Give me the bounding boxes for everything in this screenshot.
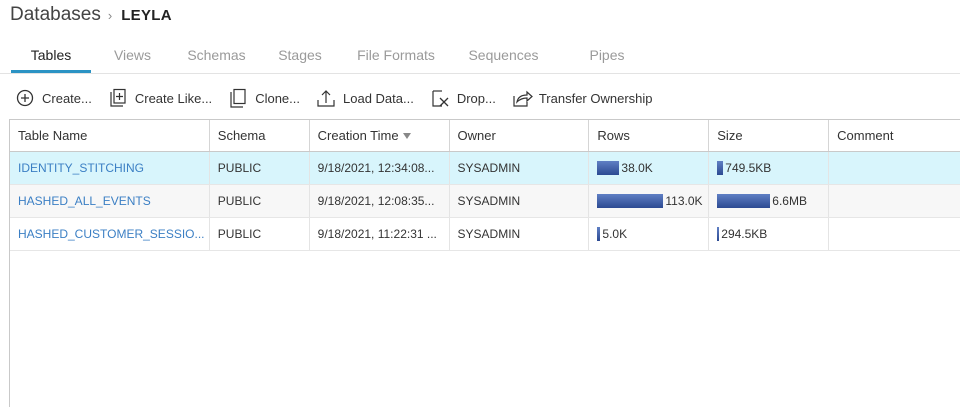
create-button[interactable]: Create... bbox=[14, 87, 92, 109]
tab-tables[interactable]: Tables bbox=[11, 40, 91, 73]
rows-bar bbox=[597, 194, 664, 208]
create-button-label: Create... bbox=[42, 90, 92, 106]
table-size-cell: 6.6MB bbox=[709, 185, 830, 217]
table-name-link[interactable]: HASHED_CUSTOMER_SESSIO... bbox=[10, 218, 210, 250]
column-header-rows[interactable]: Rows bbox=[589, 120, 710, 151]
rows-value: 38.0K bbox=[621, 161, 653, 175]
column-header-table-name[interactable]: Table Name bbox=[10, 120, 210, 151]
table-comment bbox=[829, 185, 960, 217]
upload-icon bbox=[315, 87, 337, 109]
load-data-button[interactable]: Load Data... bbox=[315, 87, 414, 109]
load-data-button-label: Load Data... bbox=[343, 90, 414, 106]
share-icon bbox=[511, 87, 533, 109]
tabs-divider bbox=[0, 73, 960, 74]
table-schema: PUBLIC bbox=[210, 218, 310, 250]
table-row[interactable]: IDENTITY_STITCHING PUBLIC 9/18/2021, 12:… bbox=[10, 152, 960, 185]
column-header-size[interactable]: Size bbox=[709, 120, 830, 151]
size-bar bbox=[717, 194, 771, 208]
tab-file-formats[interactable]: File Formats bbox=[341, 40, 451, 73]
rows-value: 5.0K bbox=[602, 227, 628, 241]
table-header: Table Name Schema Creation Time Owner Ro… bbox=[10, 120, 960, 152]
drop-button[interactable]: Drop... bbox=[429, 87, 496, 109]
breadcrumb-databases-link[interactable]: Databases bbox=[10, 4, 101, 26]
table-size-cell: 294.5KB bbox=[709, 218, 830, 250]
tab-bar: Tables Views Schemas Stages File Formats… bbox=[11, 40, 658, 73]
table-comment bbox=[829, 152, 960, 184]
rows-bar bbox=[597, 161, 620, 175]
delete-document-icon bbox=[429, 87, 451, 109]
chevron-right-icon: › bbox=[107, 7, 113, 23]
rows-value: 113.0K bbox=[665, 194, 703, 208]
table-schema: PUBLIC bbox=[210, 185, 310, 217]
table-rows-cell: 38.0K bbox=[589, 152, 710, 184]
breadcrumb: Databases › LEYLA bbox=[10, 3, 172, 27]
size-bar bbox=[717, 161, 724, 175]
table-name-link[interactable]: HASHED_ALL_EVENTS bbox=[10, 185, 210, 217]
tab-stages[interactable]: Stages bbox=[259, 40, 341, 73]
table-name-link[interactable]: IDENTITY_STITCHING bbox=[10, 152, 210, 184]
tab-schemas[interactable]: Schemas bbox=[174, 40, 259, 73]
plus-document-icon bbox=[107, 87, 129, 109]
tab-views[interactable]: Views bbox=[91, 40, 174, 73]
size-bar bbox=[717, 227, 720, 241]
table-owner: SYSADMIN bbox=[450, 218, 590, 250]
column-header-owner[interactable]: Owner bbox=[450, 120, 590, 151]
copy-icon bbox=[227, 87, 249, 109]
column-header-schema[interactable]: Schema bbox=[210, 120, 310, 151]
column-header-creation-time[interactable]: Creation Time bbox=[310, 120, 450, 151]
transfer-ownership-button[interactable]: Transfer Ownership bbox=[511, 87, 653, 109]
tab-sequences[interactable]: Sequences bbox=[451, 40, 556, 73]
create-like-button-label: Create Like... bbox=[134, 90, 213, 106]
clone-button-label: Clone... bbox=[255, 90, 300, 106]
table-comment bbox=[829, 218, 960, 250]
table-owner: SYSADMIN bbox=[450, 152, 590, 184]
plus-circle-icon bbox=[14, 87, 36, 109]
rows-bar bbox=[597, 227, 601, 241]
table-creation-time: 9/18/2021, 12:08:35... bbox=[310, 185, 450, 217]
table-creation-time: 9/18/2021, 12:34:08... bbox=[310, 152, 450, 184]
create-like-button[interactable]: Create Like... bbox=[107, 87, 212, 109]
size-value: 6.6MB bbox=[772, 194, 807, 208]
transfer-ownership-button-label: Transfer Ownership bbox=[538, 90, 653, 106]
sort-descending-icon bbox=[402, 132, 411, 139]
table-row[interactable]: HASHED_CUSTOMER_SESSIO... PUBLIC 9/18/20… bbox=[10, 218, 960, 251]
table-size-cell: 749.5KB bbox=[709, 152, 830, 184]
drop-button-label: Drop... bbox=[456, 90, 496, 106]
size-value: 749.5KB bbox=[725, 161, 772, 175]
column-header-comment[interactable]: Comment bbox=[829, 120, 960, 151]
table-rows-cell: 113.0K bbox=[589, 185, 710, 217]
breadcrumb-current-database: LEYLA bbox=[121, 6, 172, 24]
toolbar: Create... Create Like... Clone... Load D… bbox=[14, 86, 668, 110]
size-value: 294.5KB bbox=[721, 227, 768, 241]
tables-grid: Table Name Schema Creation Time Owner Ro… bbox=[9, 119, 960, 407]
table-row[interactable]: HASHED_ALL_EVENTS PUBLIC 9/18/2021, 12:0… bbox=[10, 185, 960, 218]
tab-pipes[interactable]: Pipes bbox=[556, 40, 658, 73]
table-owner: SYSADMIN bbox=[450, 185, 590, 217]
table-schema: PUBLIC bbox=[210, 152, 310, 184]
table-rows-cell: 5.0K bbox=[589, 218, 710, 250]
clone-button[interactable]: Clone... bbox=[227, 87, 300, 109]
table-creation-time: 9/18/2021, 11:22:31 ... bbox=[310, 218, 450, 250]
